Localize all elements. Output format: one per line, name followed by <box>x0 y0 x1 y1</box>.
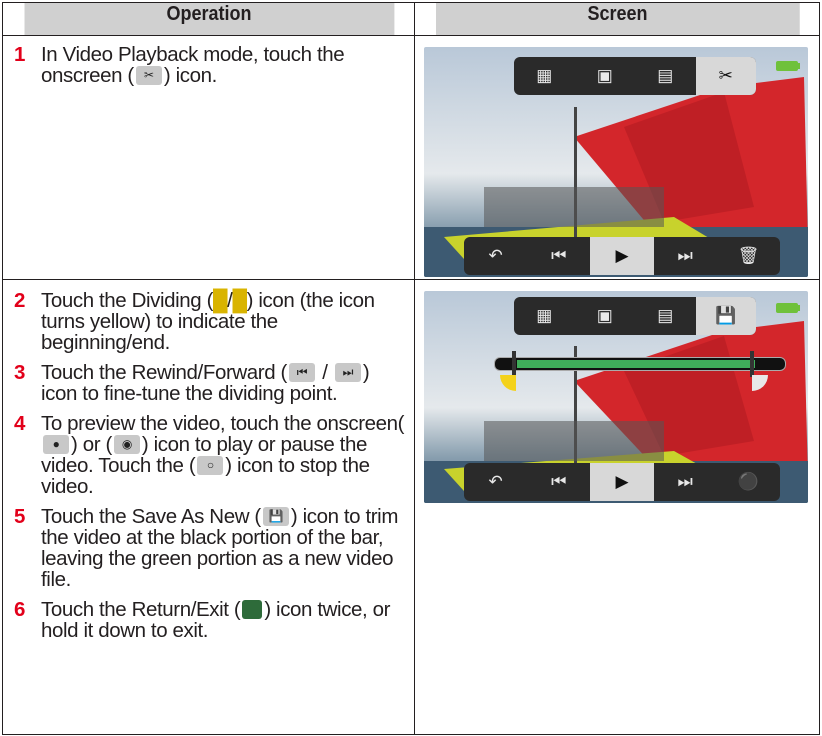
rewind-icon: ⏮ <box>288 363 315 382</box>
operation-table: Operation Screen 1 In Video Playback mod… <box>2 2 820 735</box>
save-icon[interactable]: 💾 <box>695 297 756 335</box>
top-toolbar: ▦ ▣ ▤ 💾 <box>514 297 756 335</box>
operation-header: Operation <box>22 2 395 36</box>
forward-icon[interactable]: ⏭ <box>654 463 717 501</box>
step-number: 6 <box>14 598 26 621</box>
scissors-icon[interactable]: ✂ <box>695 57 756 95</box>
gallery-icon[interactable]: ▤ <box>635 297 696 335</box>
playback-screenshot: ▦ ▣ ▤ ✂ ↶ ⏮ ▶ ⏭ 🗑 <box>424 47 808 277</box>
screen-header: Screen <box>434 2 800 36</box>
battery-icon <box>776 61 798 71</box>
forward-icon: ⏭ <box>334 363 361 382</box>
step-5: 5 Touch the Save As New (💾) icon to trim… <box>3 506 414 590</box>
play-icon[interactable]: ▶ <box>590 237 654 275</box>
battery-icon <box>776 303 798 313</box>
trim-screenshot: ▦ ▣ ▤ 💾 ↶ ⏮ ▶ ⏭ ⚫ <box>424 291 808 503</box>
screen-1: ▦ ▣ ▤ ✂ ↶ ⏮ ▶ ⏭ 🗑 <box>414 35 820 280</box>
step-3: 3 Touch the Rewind/Forward (⏮ / ⏭) icon … <box>3 362 414 404</box>
trash-icon[interactable]: 🗑 <box>717 237 780 275</box>
undo-icon[interactable]: ↶ <box>464 463 527 501</box>
step-number: 3 <box>14 361 26 384</box>
bottom-toolbar: ↶ ⏮ ▶ ⏭ ⚫ <box>464 463 780 501</box>
screen-2: ▦ ▣ ▤ 💾 ↶ ⏮ ▶ ⏭ ⚫ <box>414 279 820 735</box>
play-icon: ● <box>43 435 69 454</box>
photo-icon[interactable]: ▣ <box>575 57 636 95</box>
step-4: 4 To preview the video, touch the onscre… <box>3 413 414 497</box>
stop-icon: ○ <box>197 456 224 475</box>
pause-icon: ◉ <box>113 435 140 454</box>
grid-icon[interactable]: ▦ <box>514 57 575 95</box>
rewind-icon[interactable]: ⏮ <box>527 463 590 501</box>
step-number: 1 <box>14 43 26 66</box>
divider-left-icon[interactable] <box>512 351 516 377</box>
step-2: 2 Touch the Dividing (█/█) icon (the ico… <box>3 290 414 353</box>
step-number: 5 <box>14 505 26 528</box>
divider-left-icon: █ <box>213 289 228 312</box>
play-icon[interactable]: ▶ <box>590 463 654 501</box>
step-number: 2 <box>14 289 26 312</box>
gallery-icon[interactable]: ▤ <box>635 57 696 95</box>
divider-right-icon: █ <box>232 289 247 312</box>
step-1: 1 In Video Playback mode, touch the onsc… <box>3 44 414 86</box>
undo-icon[interactable]: ↶ <box>464 237 527 275</box>
top-toolbar: ▦ ▣ ▤ ✂ <box>514 57 756 95</box>
photo-icon[interactable]: ▣ <box>575 297 636 335</box>
step-6: 6 Touch the Return/Exit () icon twice, o… <box>3 599 414 641</box>
stop-icon[interactable]: ⚫ <box>717 463 780 501</box>
step-number: 4 <box>14 412 26 435</box>
rewind-icon[interactable]: ⏮ <box>527 237 590 275</box>
scissors-icon: ✂ <box>135 66 162 85</box>
return-exit-icon <box>242 600 263 619</box>
forward-icon[interactable]: ⏭ <box>654 237 717 275</box>
save-icon: 💾 <box>262 507 289 526</box>
trim-bar[interactable] <box>494 357 786 371</box>
bottom-toolbar: ↶ ⏮ ▶ ⏭ 🗑 <box>464 237 780 275</box>
divider-right-icon[interactable] <box>750 351 754 377</box>
grid-icon[interactable]: ▦ <box>514 297 575 335</box>
